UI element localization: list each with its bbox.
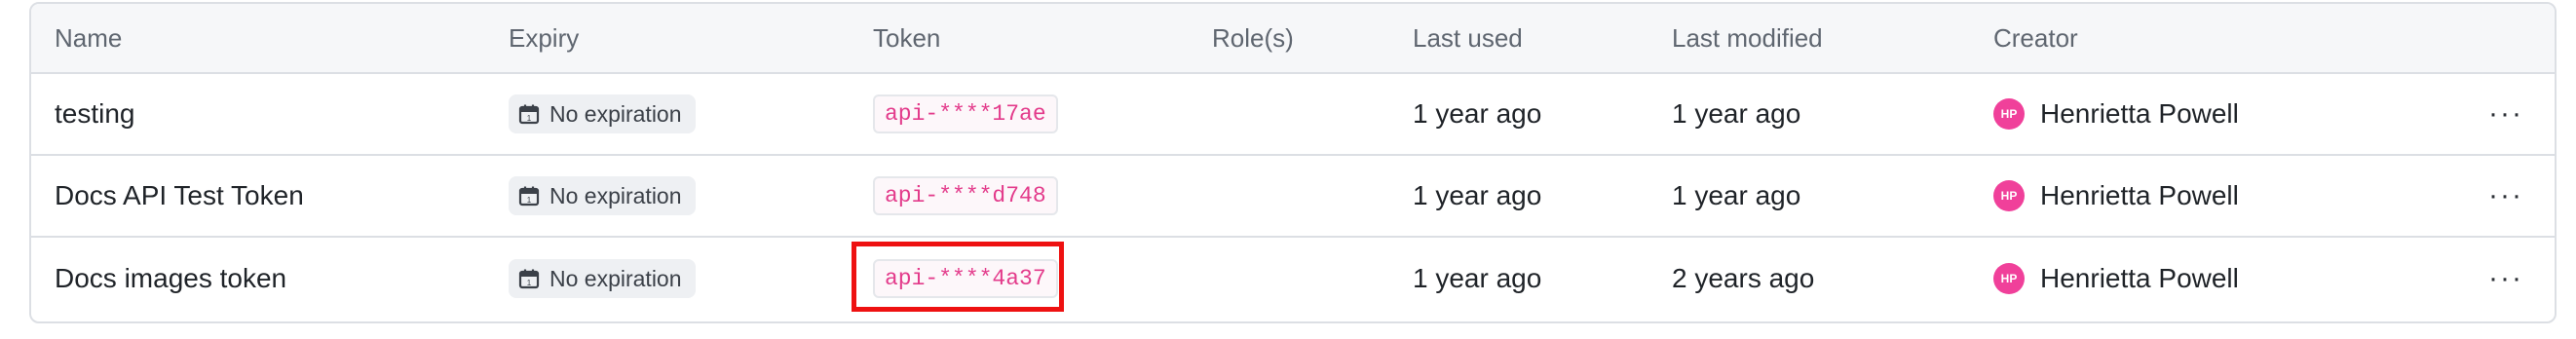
token-value[interactable]: api-****17ae	[873, 94, 1058, 133]
last-used: 1 year ago	[1413, 180, 1542, 210]
table-row[interactable]: Docs images token 1 No expiration api-**…	[31, 238, 2555, 320]
table-row[interactable]: testing 1 No expiration api-****17ae 1 y…	[31, 74, 2555, 156]
last-used: 1 year ago	[1413, 98, 1542, 129]
token-name: testing	[55, 98, 135, 129]
column-header-token[interactable]: Token	[873, 4, 940, 72]
svg-text:1: 1	[527, 114, 532, 123]
expiry-label: No expiration	[549, 182, 682, 208]
calendar-icon: 1	[518, 104, 540, 125]
expiry-label: No expiration	[549, 100, 682, 127]
creator-name: Henrietta Powell	[2040, 263, 2239, 293]
api-tokens-table: Name Expiry Token Role(s) Last used Last…	[29, 2, 2557, 323]
last-used: 1 year ago	[1413, 263, 1542, 293]
expiry-label: No expiration	[549, 265, 682, 291]
row-actions: ···	[2488, 156, 2523, 236]
row-actions: ···	[2488, 238, 2523, 320]
svg-text:1: 1	[527, 279, 532, 287]
token-cell: api-****d748	[873, 156, 1058, 236]
last-modified: 1 year ago	[1672, 180, 1801, 210]
last-modified: 2 years ago	[1672, 263, 1815, 293]
token-cell: api-****4a37	[873, 238, 1058, 320]
creator-cell: HP Henrietta Powell	[1993, 156, 2239, 236]
svg-text:1: 1	[527, 196, 532, 205]
expiry-badge: 1 No expiration	[509, 259, 696, 298]
expiry-cell: 1 No expiration	[509, 74, 696, 154]
avatar: HP	[1993, 180, 2025, 211]
creator-cell: HP Henrietta Powell	[1993, 238, 2239, 320]
table-row[interactable]: Docs API Test Token 1 No expiration api-…	[31, 156, 2555, 238]
calendar-icon: 1	[518, 269, 540, 289]
column-header-last-modified[interactable]: Last modified	[1672, 4, 1823, 72]
expiry-badge: 1 No expiration	[509, 94, 696, 133]
column-header-expiry[interactable]: Expiry	[509, 4, 579, 72]
expiry-cell: 1 No expiration	[509, 156, 696, 236]
token-name: Docs images token	[55, 263, 287, 293]
calendar-icon: 1	[518, 186, 540, 207]
last-modified: 1 year ago	[1672, 98, 1801, 129]
avatar: HP	[1993, 263, 2025, 294]
more-horizontal-icon[interactable]: ···	[2488, 264, 2523, 293]
column-header-last-used[interactable]: Last used	[1413, 4, 1523, 72]
table-header: Name Expiry Token Role(s) Last used Last…	[31, 4, 2555, 74]
token-cell: api-****17ae	[873, 74, 1058, 154]
creator-cell: HP Henrietta Powell	[1993, 74, 2239, 154]
creator-name: Henrietta Powell	[2040, 98, 2239, 129]
avatar: HP	[1993, 98, 2025, 130]
more-horizontal-icon[interactable]: ···	[2488, 181, 2523, 210]
token-value[interactable]: api-****d748	[873, 176, 1058, 215]
column-header-creator[interactable]: Creator	[1993, 4, 2078, 72]
token-name: Docs API Test Token	[55, 180, 304, 210]
token-value[interactable]: api-****4a37	[873, 259, 1058, 298]
more-horizontal-icon[interactable]: ···	[2488, 99, 2523, 129]
column-header-name[interactable]: Name	[55, 4, 122, 72]
creator-name: Henrietta Powell	[2040, 180, 2239, 210]
expiry-badge: 1 No expiration	[509, 176, 696, 215]
column-header-roles[interactable]: Role(s)	[1212, 4, 1294, 72]
row-actions: ···	[2488, 74, 2523, 154]
expiry-cell: 1 No expiration	[509, 238, 696, 320]
